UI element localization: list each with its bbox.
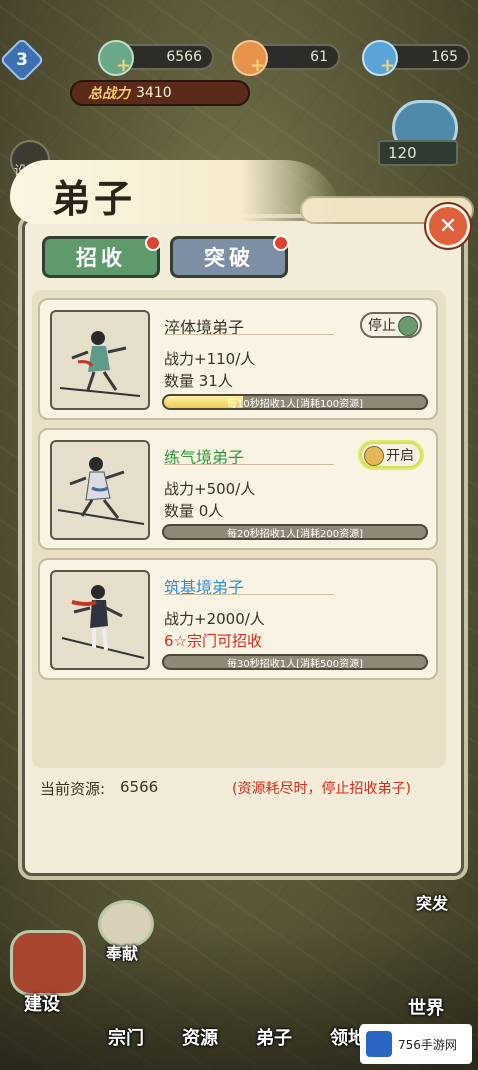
- recruit-toggle[interactable]: 停止: [360, 312, 422, 338]
- toggle-label: 停止: [368, 318, 396, 334]
- card-count: 数量 31人: [164, 372, 233, 390]
- divider: [164, 334, 334, 335]
- toggle-knob: [364, 446, 384, 466]
- card-power: 战力+2000/人: [164, 610, 265, 628]
- divider: [164, 594, 334, 595]
- disciple-portrait: [50, 570, 150, 670]
- jade-value: 6566: [166, 49, 202, 65]
- nav-breakthrough-partial[interactable]: 突发: [416, 890, 448, 914]
- watermark-logo-icon: [366, 1031, 392, 1057]
- nav-build[interactable]: 建设: [24, 990, 60, 1016]
- nav-resource[interactable]: 资源: [182, 1024, 218, 1050]
- toggle-knob: [398, 316, 418, 336]
- add-crystal-icon[interactable]: +: [380, 55, 395, 76]
- recruit-toggle[interactable]: 开启: [360, 442, 422, 468]
- card-power: 战力+500/人: [164, 480, 256, 498]
- current-resource-label: 当前资源:: [40, 780, 106, 798]
- toggle-label: 开启: [386, 448, 414, 464]
- nav-disciple[interactable]: 弟子: [256, 1024, 292, 1050]
- total-power: 总战力 3410: [70, 80, 250, 106]
- progress-text: 每20秒招收1人[消耗200资源]: [227, 528, 363, 540]
- nav-sect[interactable]: 宗门: [108, 1024, 144, 1050]
- level-value: 3: [16, 50, 28, 70]
- right-value: 120: [388, 144, 417, 162]
- watermark-text: 756手游网: [398, 1037, 457, 1052]
- disciple-portrait: [50, 310, 150, 410]
- nav-world[interactable]: 世界: [408, 994, 444, 1020]
- resource-crystal[interactable]: + 165: [362, 40, 470, 76]
- notification-dot-icon: [145, 235, 161, 251]
- tab-recruit-label: 招收: [76, 246, 126, 270]
- crystal-value: 165: [431, 49, 458, 65]
- dialog-title: 弟子: [52, 177, 137, 221]
- card-count: 数量 0人: [164, 502, 224, 520]
- progress-text: 每30秒招收1人[消耗500资源]: [227, 658, 363, 670]
- add-peach-icon[interactable]: +: [250, 55, 265, 76]
- power-label: 总战力: [88, 86, 130, 102]
- tab-recruit[interactable]: 招收: [42, 235, 161, 278]
- recruit-progress: 每20秒招收1人[消耗200资源]: [162, 524, 428, 540]
- progress-text: 每10秒招收1人[消耗100资源]: [227, 398, 363, 410]
- watermark: 756手游网: [360, 1024, 472, 1064]
- tab-breakthrough[interactable]: 突破: [170, 235, 289, 278]
- card-tier-2: 练气境弟子 战力+500/人 数量 0人 开启 每20秒招收1人[消耗200资源…: [38, 428, 438, 550]
- power-value: 3410: [136, 85, 172, 101]
- card-tier-3: 筑基境弟子 战力+2000/人 6☆宗门可招收 每30秒招收1人[消耗500资源…: [38, 558, 438, 680]
- close-icon: ✕: [438, 213, 458, 239]
- tab-breakthrough-label: 突破: [204, 246, 254, 270]
- resource-peach[interactable]: + 61: [232, 40, 340, 76]
- recruit-progress: 每30秒招收1人[消耗500资源]: [162, 654, 428, 670]
- peach-value: 61: [310, 49, 328, 65]
- card-tier-1: 淬体境弟子 战力+110/人 数量 31人 停止 每10秒招收1人[消耗100资…: [38, 298, 438, 420]
- right-value-badge: 120: [378, 140, 458, 166]
- card-requirement: 6☆宗门可招收: [164, 632, 262, 650]
- add-jade-icon[interactable]: +: [116, 55, 131, 76]
- build-icon[interactable]: [10, 930, 86, 996]
- resource-warning: (资源耗尽时，停止招收弟子): [232, 781, 411, 797]
- current-resource-value: 6566: [120, 778, 159, 796]
- nav-dedicate[interactable]: 奉献: [106, 940, 138, 964]
- disciple-list[interactable]: 淬体境弟子 战力+110/人 数量 31人 停止 每10秒招收1人[消耗100资…: [32, 290, 446, 768]
- disciple-portrait: [50, 440, 150, 540]
- divider: [164, 464, 334, 465]
- close-button[interactable]: ✕: [426, 204, 470, 248]
- resource-jade[interactable]: + 6566: [98, 40, 214, 76]
- notification-dot-icon: [273, 235, 289, 251]
- card-power: 战力+110/人: [164, 350, 256, 368]
- recruit-progress: 每10秒招收1人[消耗100资源]: [162, 394, 428, 410]
